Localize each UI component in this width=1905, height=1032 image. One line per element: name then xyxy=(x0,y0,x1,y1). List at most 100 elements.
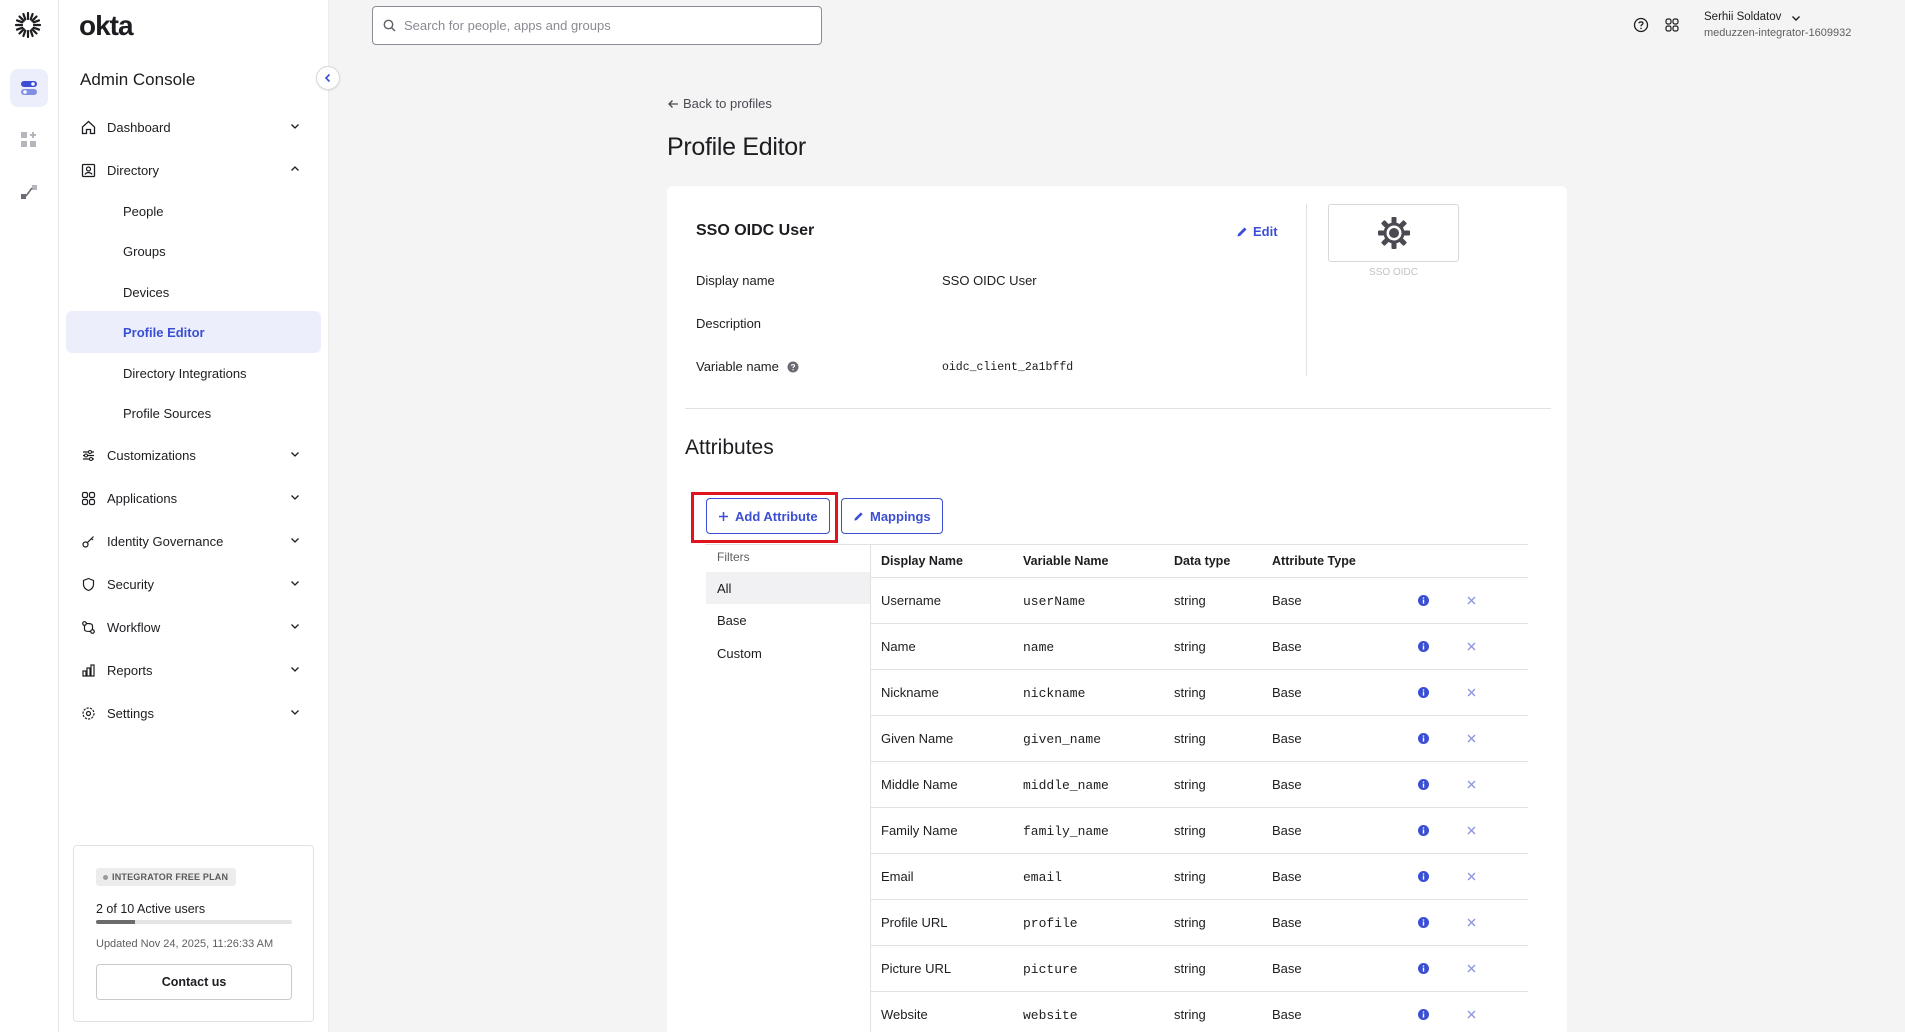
column-attribute-type[interactable]: Attribute Type xyxy=(1272,554,1356,568)
user-name[interactable]: Serhii Soldatov xyxy=(1704,11,1781,23)
pencil-icon xyxy=(1237,227,1247,236)
edit-profile-button[interactable]: Edit xyxy=(1236,224,1278,239)
attribute-display-name[interactable]: Website xyxy=(881,1007,928,1022)
nav-dashboard[interactable]: Dashboard xyxy=(73,107,315,147)
table-row[interactable]: Email email string Base xyxy=(871,854,1528,900)
chevron-down-icon xyxy=(291,710,299,715)
close-icon[interactable] xyxy=(1465,962,1478,975)
active-users-count: 2 of 10 Active users xyxy=(96,902,206,916)
chevron-down-icon xyxy=(291,538,299,543)
sidebar-item-directory-integrations[interactable]: Directory Integrations xyxy=(66,352,321,394)
attribute-variable-name: profile xyxy=(1023,916,1078,931)
table-row[interactable]: Nickname nickname string Base xyxy=(871,670,1528,716)
column-data-type[interactable]: Data type xyxy=(1174,554,1230,568)
table-row[interactable]: Middle Name middle_name string Base xyxy=(871,762,1528,808)
filter-base[interactable]: Base xyxy=(706,604,870,636)
back-to-profiles-link[interactable]: Back to profiles xyxy=(667,96,772,111)
search-input[interactable] xyxy=(404,18,804,33)
attribute-display-name[interactable]: Nickname xyxy=(881,685,939,700)
info-icon[interactable] xyxy=(1418,963,1429,974)
info-icon[interactable] xyxy=(1418,779,1429,790)
table-row[interactable]: Given Name given_name string Base xyxy=(871,716,1528,762)
info-icon[interactable] xyxy=(1418,595,1429,606)
plus-icon xyxy=(719,511,728,521)
rail-apps-button[interactable] xyxy=(10,121,48,159)
close-icon[interactable] xyxy=(1465,916,1478,929)
filter-custom[interactable]: Custom xyxy=(706,637,870,669)
attribute-display-name[interactable]: Email xyxy=(881,869,914,884)
info-icon[interactable] xyxy=(1418,733,1429,744)
nav-settings[interactable]: Settings xyxy=(73,693,315,733)
help-circle-icon[interactable] xyxy=(787,361,799,373)
info-icon[interactable] xyxy=(1418,917,1429,928)
close-icon[interactable] xyxy=(1465,778,1478,791)
mappings-button[interactable]: Mappings xyxy=(841,498,943,534)
sidebar-item-profile-sources[interactable]: Profile Sources xyxy=(66,392,321,434)
close-icon[interactable] xyxy=(1465,1008,1478,1021)
help-icon[interactable] xyxy=(1632,16,1650,34)
nav-customizations[interactable]: Customizations xyxy=(73,435,315,475)
nav-security[interactable]: Security xyxy=(73,564,315,604)
sidebar-item-people[interactable]: People xyxy=(66,190,321,232)
close-icon[interactable] xyxy=(1465,870,1478,883)
chevron-down-icon xyxy=(291,667,299,672)
nav-applications[interactable]: Applications xyxy=(73,478,315,518)
okta-wordmark[interactable]: okta xyxy=(79,10,134,42)
info-icon[interactable] xyxy=(1418,641,1429,652)
info-icon[interactable] xyxy=(1418,871,1429,882)
contact-us-button[interactable]: Contact us xyxy=(96,964,292,1000)
close-icon[interactable] xyxy=(1465,686,1478,699)
attribute-variable-name: userName xyxy=(1023,594,1086,609)
collapse-sidebar-button[interactable] xyxy=(316,66,340,90)
nav-identity-governance[interactable]: Identity Governance xyxy=(73,521,315,561)
attribute-display-name[interactable]: Middle Name xyxy=(881,777,958,792)
sidebar-item-groups[interactable]: Groups xyxy=(66,230,321,272)
info-icon[interactable] xyxy=(1418,1009,1429,1020)
column-display-name[interactable]: Display Name xyxy=(881,554,963,568)
nav-workflow[interactable]: Workflow xyxy=(73,607,315,647)
app-rail xyxy=(0,0,59,1032)
table-row[interactable]: Website website string Base xyxy=(871,992,1528,1032)
attribute-display-name[interactable]: Username xyxy=(881,593,941,608)
table-body: Username userName string Base Name name string… xyxy=(871,578,1528,1032)
close-icon[interactable] xyxy=(1465,594,1478,607)
nav-directory-label: Directory xyxy=(107,162,160,178)
chevron-down-icon[interactable] xyxy=(1790,12,1802,24)
table-row[interactable]: Family Name family_name string Base xyxy=(871,808,1528,854)
attribute-type: Base xyxy=(1272,915,1302,930)
column-variable-name[interactable]: Variable Name xyxy=(1023,554,1108,568)
attribute-display-name[interactable]: Profile URL xyxy=(881,915,947,930)
filter-all[interactable]: All xyxy=(706,572,870,604)
app-logo xyxy=(1328,204,1459,262)
table-row[interactable]: Profile URL profile string Base xyxy=(871,900,1528,946)
rail-admin-button[interactable] xyxy=(10,69,48,107)
table-row[interactable]: Username userName string Base xyxy=(871,578,1528,624)
nav-applications-label: Applications xyxy=(107,490,178,506)
attribute-display-name[interactable]: Given Name xyxy=(881,731,953,746)
attribute-type: Base xyxy=(1272,777,1302,792)
app-switcher-icon[interactable] xyxy=(1663,16,1681,34)
nav-directory[interactable]: Directory xyxy=(73,150,315,190)
rail-workflow-button[interactable] xyxy=(10,173,48,211)
nav-reports[interactable]: Reports xyxy=(73,650,315,690)
info-icon[interactable] xyxy=(1418,825,1429,836)
close-icon[interactable] xyxy=(1465,640,1478,653)
sidebar-item-devices[interactable]: Devices xyxy=(66,271,321,313)
attribute-display-name[interactable]: Picture URL xyxy=(881,961,951,976)
attribute-data-type: string xyxy=(1174,1007,1206,1022)
close-icon[interactable] xyxy=(1465,824,1478,837)
sliders-icon xyxy=(79,446,97,464)
add-attribute-button[interactable]: Add Attribute xyxy=(706,498,830,534)
variable-name-value: oidc_client_2a1bffd xyxy=(942,361,1074,374)
attribute-data-type: string xyxy=(1174,593,1206,608)
close-icon[interactable] xyxy=(1465,732,1478,745)
sidebar-item-profile-editor[interactable]: Profile Editor xyxy=(66,311,321,353)
global-search[interactable] xyxy=(372,6,822,45)
table-row[interactable]: Picture URL picture string Base xyxy=(871,946,1528,992)
attribute-variable-name: middle_name xyxy=(1023,778,1109,793)
attribute-display-name[interactable]: Family Name xyxy=(881,823,958,838)
info-icon[interactable] xyxy=(1418,687,1429,698)
table-row[interactable]: Name name string Base xyxy=(871,624,1528,670)
attribute-display-name[interactable]: Name xyxy=(881,639,916,654)
attribute-variable-name: email xyxy=(1023,870,1063,885)
